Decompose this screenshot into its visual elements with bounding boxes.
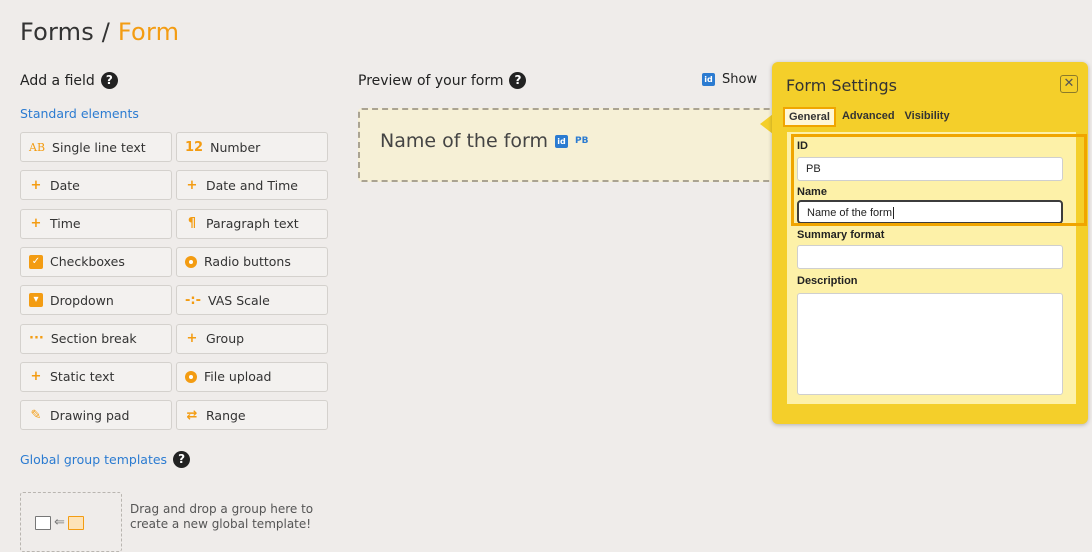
field-button-date-and-time[interactable]: + Date and Time bbox=[176, 170, 328, 201]
field-button-label: Checkboxes bbox=[50, 254, 125, 270]
field-button-checkboxes[interactable]: ✓ Checkboxes bbox=[20, 246, 172, 277]
drop-text-line-1: Drag and drop a group here to bbox=[130, 502, 314, 516]
field-button-label: Dropdown bbox=[50, 292, 114, 308]
vas-scale-icon: -:- bbox=[185, 292, 201, 308]
add-field-heading: Add a field ? bbox=[20, 72, 118, 89]
close-icon[interactable]: ✕ bbox=[1060, 75, 1078, 93]
template-drop-zone[interactable]: ⇐ bbox=[20, 492, 122, 552]
tab-visibility[interactable]: Visibility bbox=[900, 107, 954, 127]
title-prefix: Forms / bbox=[20, 18, 118, 46]
id-icon: id bbox=[702, 73, 715, 86]
help-icon[interactable]: ? bbox=[509, 72, 527, 89]
plus-icon: + bbox=[30, 177, 42, 193]
ellipsis-icon: ··· bbox=[29, 331, 44, 346]
field-button-static-text[interactable]: + Static text bbox=[20, 361, 172, 392]
group-template-icon bbox=[35, 515, 51, 530]
field-button-dropdown[interactable]: ▾ Dropdown bbox=[20, 285, 172, 316]
plus-icon: + bbox=[30, 216, 42, 232]
field-button-label: Radio buttons bbox=[204, 254, 291, 270]
field-button-radio-buttons[interactable]: Radio buttons bbox=[176, 246, 328, 277]
general-settings: ID PB Name Name of the form Summary form… bbox=[787, 132, 1087, 404]
field-button-drawing-pad[interactable]: ✎ Drawing pad bbox=[20, 400, 172, 431]
global-templates-label: Global group templates bbox=[20, 452, 168, 467]
title-accent: Form bbox=[117, 18, 180, 46]
description-textarea[interactable] bbox=[797, 293, 1063, 395]
settings-tabs: General Advanced Visibility bbox=[783, 107, 954, 127]
field-button-label: Paragraph text bbox=[206, 216, 299, 232]
field-button-label: Range bbox=[206, 407, 246, 423]
id-name-highlight bbox=[791, 134, 1087, 226]
show-label: Show bbox=[722, 72, 758, 87]
help-icon[interactable]: ? bbox=[100, 72, 118, 89]
summary-format-label: Summary format bbox=[797, 229, 885, 241]
field-button-label: Time bbox=[50, 216, 81, 232]
field-button-number[interactable]: 12 Number bbox=[176, 132, 328, 162]
number-icon: 12 bbox=[185, 139, 204, 155]
description-label: Description bbox=[797, 275, 858, 287]
group-template-icon bbox=[67, 515, 84, 530]
form-settings-panel: Form Settings ✕ General Advanced Visibil… bbox=[772, 62, 1088, 424]
pencil-icon: ✎ bbox=[30, 407, 42, 423]
field-button-label: Group bbox=[206, 331, 245, 346]
field-button-label: Static text bbox=[50, 369, 115, 385]
field-button-label: Date bbox=[50, 177, 80, 193]
field-button-label: Section break bbox=[50, 331, 137, 346]
template-icons: ⇐ bbox=[35, 515, 84, 530]
field-button-label: Single line text bbox=[52, 139, 146, 155]
plus-icon: + bbox=[186, 177, 198, 193]
field-button-label: File upload bbox=[204, 369, 272, 385]
help-icon[interactable]: ? bbox=[173, 451, 191, 468]
field-button-time[interactable]: + Time bbox=[20, 208, 172, 239]
plus-icon: + bbox=[186, 331, 198, 346]
add-field-label: Add a field bbox=[20, 72, 95, 89]
field-button-label: Number bbox=[210, 139, 261, 155]
summary-format-input[interactable] bbox=[797, 245, 1063, 269]
upload-icon bbox=[185, 370, 197, 383]
field-button-file-upload[interactable]: File upload bbox=[176, 361, 328, 392]
preview-heading-label: Preview of your form bbox=[358, 72, 504, 89]
drop-zone-text: Drag and drop a group here to create a n… bbox=[130, 502, 313, 532]
form-name-text: Name of the form bbox=[380, 130, 548, 152]
id-icon: id bbox=[554, 134, 568, 148]
arrow-left-icon: ⇐ bbox=[54, 515, 65, 530]
standard-elements-link[interactable]: Standard elements bbox=[20, 106, 139, 121]
field-button-range[interactable]: ⇄ Range bbox=[176, 400, 328, 431]
field-button-single-line-text[interactable]: AB Single line text bbox=[20, 132, 172, 162]
field-button-paragraph-text[interactable]: ¶ Paragraph text bbox=[176, 208, 328, 239]
field-button-date[interactable]: + Date bbox=[20, 170, 172, 201]
field-button-group[interactable]: + Group bbox=[176, 323, 328, 354]
field-button-vas-scale[interactable]: -:- VAS Scale bbox=[176, 285, 328, 316]
plus-icon: + bbox=[30, 369, 42, 385]
range-icon: ⇄ bbox=[186, 407, 198, 423]
settings-title: Form Settings bbox=[786, 76, 898, 95]
field-button-label: Drawing pad bbox=[50, 407, 130, 423]
form-preview[interactable]: Name of the form id PB bbox=[358, 108, 778, 182]
field-button-label: VAS Scale bbox=[208, 292, 270, 308]
pilcrow-icon: ¶ bbox=[187, 216, 197, 232]
form-name-preview: Name of the form id PB bbox=[380, 130, 588, 152]
dropdown-icon: ▾ bbox=[29, 293, 43, 308]
field-button-section-break[interactable]: ··· Section break bbox=[20, 323, 172, 354]
form-id-label: PB bbox=[574, 136, 589, 146]
field-button-label: Date and Time bbox=[206, 177, 298, 193]
ab-icon: AB bbox=[29, 140, 46, 154]
tab-advanced[interactable]: Advanced bbox=[837, 107, 899, 127]
drop-text-line-2: create a new global template! bbox=[130, 517, 312, 531]
preview-heading: Preview of your form ? bbox=[358, 72, 527, 89]
tab-general[interactable]: General bbox=[783, 107, 836, 127]
page-title: Forms / Form bbox=[20, 18, 179, 46]
global-templates-heading[interactable]: Global group templates ? bbox=[20, 451, 191, 468]
show-ids-toggle[interactable]: id Show bbox=[702, 72, 757, 87]
radio-icon bbox=[185, 255, 197, 268]
checkbox-icon: ✓ bbox=[29, 254, 43, 269]
